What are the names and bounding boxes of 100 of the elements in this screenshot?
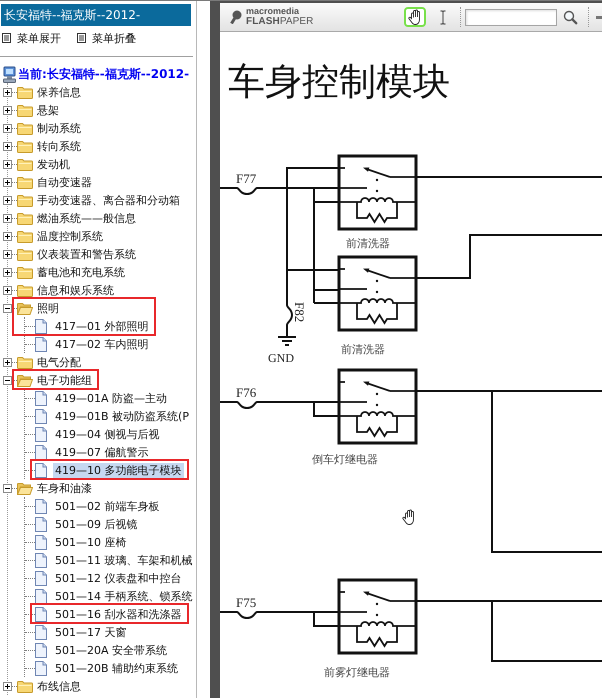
tree-item[interactable]: 417—01 外部照明	[53, 318, 150, 334]
plus-icon[interactable]	[3, 214, 12, 222]
folder-icon	[17, 122, 33, 134]
page-icon	[35, 336, 47, 352]
page-icon	[35, 318, 47, 334]
tree-item[interactable]: 电子功能组	[35, 372, 94, 388]
folder-icon	[17, 302, 33, 314]
minus-icon[interactable]	[3, 304, 12, 312]
folder-icon	[17, 266, 33, 278]
tree-item[interactable]: 501—20B 辅助约束系统	[53, 660, 180, 676]
fuse-label: F77	[236, 171, 256, 186]
tree-item[interactable]: 501—10 座椅	[53, 534, 128, 550]
tree-item[interactable]: 燃油系统——般信息	[35, 210, 138, 226]
tree-item[interactable]: 501—14 手柄系统、锁系统	[53, 588, 194, 604]
tree-item[interactable]: 419—04 侧视与后视	[53, 426, 162, 442]
relay-label: 前雾灯继电器	[324, 667, 390, 679]
relay-label: 倒车灯继电器	[312, 454, 378, 466]
plus-icon[interactable]	[3, 88, 12, 96]
fuse-label: F75	[236, 595, 256, 610]
tree-item[interactable]: 419—01A 防盗—主动	[53, 390, 170, 406]
tree-item[interactable]: 转向系统	[35, 138, 83, 154]
tree-item[interactable]: 自动变速器	[35, 174, 94, 190]
tree-item[interactable]: 车身和油漆	[35, 480, 94, 496]
plus-icon[interactable]	[3, 142, 12, 150]
search-icon[interactable]	[563, 10, 578, 24]
tree-item[interactable]: 419—07 偏航警示	[53, 444, 150, 460]
page-icon	[35, 498, 47, 514]
title-bar: 长安福特--福克斯--2012-	[1, 4, 191, 26]
fuse-symbol	[236, 611, 258, 619]
fuse-symbol	[236, 401, 258, 409]
page-icon	[35, 462, 47, 478]
plus-icon[interactable]	[3, 358, 12, 366]
page-icon	[35, 642, 47, 658]
page-icon	[35, 570, 47, 586]
page-icon	[35, 606, 47, 622]
folder-icon	[17, 230, 33, 242]
tree-item[interactable]: 电气分配	[35, 354, 83, 370]
plus-icon[interactable]	[3, 268, 12, 276]
tree-item[interactable]: 501—20A 安全带系统	[53, 642, 170, 658]
current-path-label: 当前:长安福特--福克斯--2012-	[18, 66, 190, 82]
tree-item[interactable]: 501—02 前端车身板	[53, 498, 162, 514]
plus-icon[interactable]	[3, 178, 12, 186]
plus-icon[interactable]	[3, 106, 12, 114]
plus-icon[interactable]	[3, 160, 12, 168]
tree-item[interactable]: 501—12 仪表盘和中控台	[53, 570, 184, 586]
page-icon	[35, 534, 47, 550]
brand-product: FLASHPAPER	[246, 16, 314, 27]
tree-item[interactable]: 信息和娱乐系统	[35, 282, 116, 298]
tree-item[interactable]: 蓄电池和充电系统	[35, 264, 127, 280]
folder-icon	[17, 104, 33, 116]
tree-item[interactable]: 照明	[35, 300, 61, 316]
wire	[220, 611, 237, 613]
folder-icon	[17, 248, 33, 260]
tree-item[interactable]: 仪表装置和警告系统	[35, 246, 138, 262]
folder-icon	[17, 194, 33, 206]
plus-icon[interactable]	[3, 124, 12, 132]
page-icon	[35, 660, 47, 676]
tree-item[interactable]: 419—10 多功能电子模块	[53, 462, 184, 478]
folder-icon	[17, 284, 33, 296]
tree-item[interactable]: 发动机	[35, 156, 72, 172]
folder-icon	[17, 158, 33, 170]
expand-all-button[interactable]: 菜单展开	[2, 30, 61, 46]
ground-symbol	[277, 324, 297, 346]
tree-item[interactable]: 手动变速器、离合器和分动箱	[35, 192, 182, 208]
search-field[interactable]	[465, 8, 557, 26]
plus-icon[interactable]	[3, 232, 12, 240]
minus-icon[interactable]	[3, 376, 12, 384]
tree-item[interactable]: 419—01B 被动防盗系统(P	[53, 408, 191, 424]
brand-company: macromedia	[246, 7, 300, 16]
page-icon	[35, 624, 47, 640]
tree-item[interactable]: 501—11 玻璃、车架和机械	[53, 552, 194, 568]
fuse-label: F82	[292, 302, 307, 322]
hand-cursor-icon	[402, 510, 414, 525]
hand-tool-button[interactable]	[404, 7, 426, 27]
tree-item[interactable]: 保养信息	[35, 84, 83, 100]
tree-item[interactable]: 温度控制系统	[35, 228, 105, 244]
folder-icon	[17, 482, 33, 494]
plus-icon[interactable]	[3, 250, 12, 258]
tree-item[interactable]: 悬架	[35, 102, 61, 118]
tree-item[interactable]: 501—09 后视镜	[53, 516, 140, 532]
tree-item[interactable]: 制动系统	[35, 120, 83, 136]
fuse-symbol	[286, 304, 293, 326]
plus-icon[interactable]	[3, 286, 12, 294]
plus-icon[interactable]	[3, 682, 12, 690]
page-icon	[35, 390, 47, 406]
logo-icon	[228, 10, 242, 24]
tree-item[interactable]: 501—16 刮水器和洗涤器	[53, 606, 184, 622]
tree-item[interactable]: 501—17 天窗	[53, 624, 128, 640]
folder-icon	[17, 86, 33, 98]
tree-item[interactable]: 布线信息	[35, 678, 83, 694]
list-icon	[77, 33, 86, 43]
fuse-symbol	[236, 187, 258, 195]
computer-icon	[3, 66, 16, 82]
tree-item[interactable]: 417—02 车内照明	[53, 336, 150, 352]
minus-icon[interactable]	[3, 484, 12, 492]
plus-icon[interactable]	[3, 196, 12, 204]
relay-label: 前清洗器	[346, 238, 390, 250]
collapse-all-button[interactable]: 菜单折叠	[77, 30, 136, 46]
folder-icon	[17, 680, 33, 692]
wire	[220, 401, 237, 403]
